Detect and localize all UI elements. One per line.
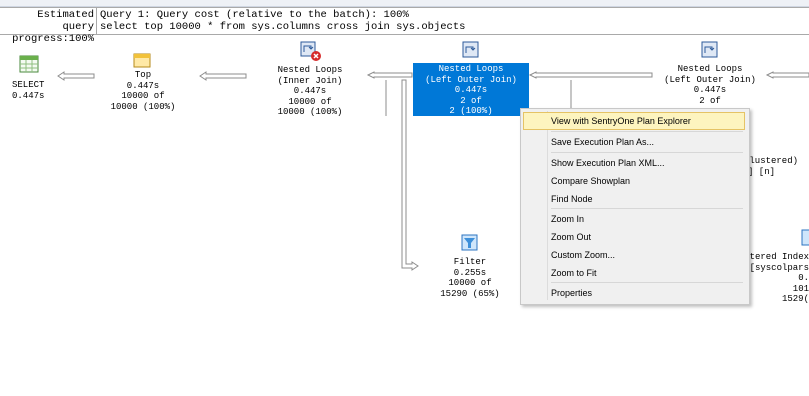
nested-left-sel-time: 0.447s <box>454 85 488 95</box>
top-time: 0.447s <box>126 80 160 91</box>
select-node[interactable]: SELECT 0.447s <box>12 80 44 101</box>
filter-time: 0.255s <box>453 267 487 278</box>
filter-rows: 10000 of <box>448 278 492 288</box>
arrow-nested-to-top <box>199 71 247 81</box>
menu-separator <box>551 131 743 132</box>
nested-inner-line1: Nested Loops <box>277 65 343 75</box>
nested-inner-line2: (Inner Join) <box>277 75 343 86</box>
menu-item-custom-zoom[interactable]: Custom Zoom... <box>523 246 745 264</box>
menu-item-zoom-out[interactable]: Zoom Out <box>523 228 745 246</box>
filter-est: 15290 (65%) <box>440 288 500 299</box>
nested-left-sel-line2: (Left Outer Join) <box>425 74 517 85</box>
top-title: Top <box>134 70 152 80</box>
menu-separator <box>551 282 743 283</box>
nested-loops-icon[interactable] <box>462 41 480 59</box>
menu-item-view-sentryone[interactable]: View with SentryOne Plan Explorer <box>523 112 745 130</box>
menu-item-compare-showplan[interactable]: Compare Showplan <box>523 172 745 190</box>
clustered-partial-node[interactable]: Clustered) ] [n] <box>744 156 798 177</box>
top-node[interactable]: Top 0.447s 10000 of 10000 (100%) <box>102 70 184 112</box>
filter-node[interactable]: Filter 0.255s 10000 of 15290 (65%) <box>425 257 515 299</box>
nested-loops-warning-icon[interactable] <box>299 39 323 63</box>
arrow-from-offscreen <box>765 71 809 79</box>
menu-item-find-node[interactable]: Find Node <box>523 190 745 208</box>
nested-right-time: 0.447s <box>693 85 727 95</box>
menu-item-zoom-in[interactable]: Zoom In <box>523 210 745 228</box>
nested-loops-left-outer-right-node[interactable]: Nested Loops (Left Outer Join) 0.447s 2 … <box>660 64 760 106</box>
filter-title: Filter <box>453 257 487 267</box>
filter-icon[interactable] <box>461 234 479 252</box>
nested-inner-rows: 10000 of <box>288 96 332 107</box>
menu-item-properties[interactable]: Properties <box>523 284 745 302</box>
clustered-index-icon[interactable] <box>801 229 809 247</box>
nested-right-line2: (Left Outer Join) <box>664 74 756 85</box>
context-menu: View with SentryOne Plan Explorer Save E… <box>520 108 750 305</box>
nested-left-sel-line1: Nested Loops <box>438 64 504 74</box>
nested-loops-inner-node[interactable]: Nested Loops (Inner Join) 0.447s 10000 o… <box>260 65 360 118</box>
top-est: 10000 (100%) <box>110 101 176 112</box>
select-icon[interactable] <box>19 55 39 73</box>
clustered-line2: ] [n] <box>748 166 776 177</box>
nested-inner-est: 10000 (100%) <box>277 107 343 117</box>
menu-item-save-plan[interactable]: Save Execution Plan As... <box>523 133 745 151</box>
arrow-selected-to-nested <box>366 71 413 79</box>
nested-loops-left-outer-selected[interactable]: Nested Loops (Left Outer Join) 0.447s 2 … <box>413 63 529 116</box>
nested-right-line1: Nested Loops <box>677 64 743 74</box>
arrow-right-to-selected <box>528 71 653 79</box>
select-title: SELECT <box>12 80 45 90</box>
clustered-line1: Clustered) <box>744 156 799 166</box>
nested-loops-icon-right[interactable] <box>701 41 719 59</box>
nested-right-rows: 2 of <box>699 95 721 106</box>
nested-left-sel-rows: 2 of <box>460 95 482 106</box>
menu-item-zoom-to-fit[interactable]: Zoom to Fit <box>523 264 745 282</box>
menu-item-show-xml[interactable]: Show Execution Plan XML... <box>523 154 745 172</box>
nested-left-sel-est: 2 (100%) <box>449 106 493 116</box>
menu-separator <box>551 208 743 209</box>
top-icon[interactable] <box>133 53 153 69</box>
menu-separator <box>551 152 743 153</box>
top-rows: 10000 of <box>121 91 165 101</box>
arrow-top-to-select <box>57 71 95 81</box>
nested-inner-time: 0.447s <box>293 86 327 96</box>
select-time: 0.447s <box>12 90 45 101</box>
